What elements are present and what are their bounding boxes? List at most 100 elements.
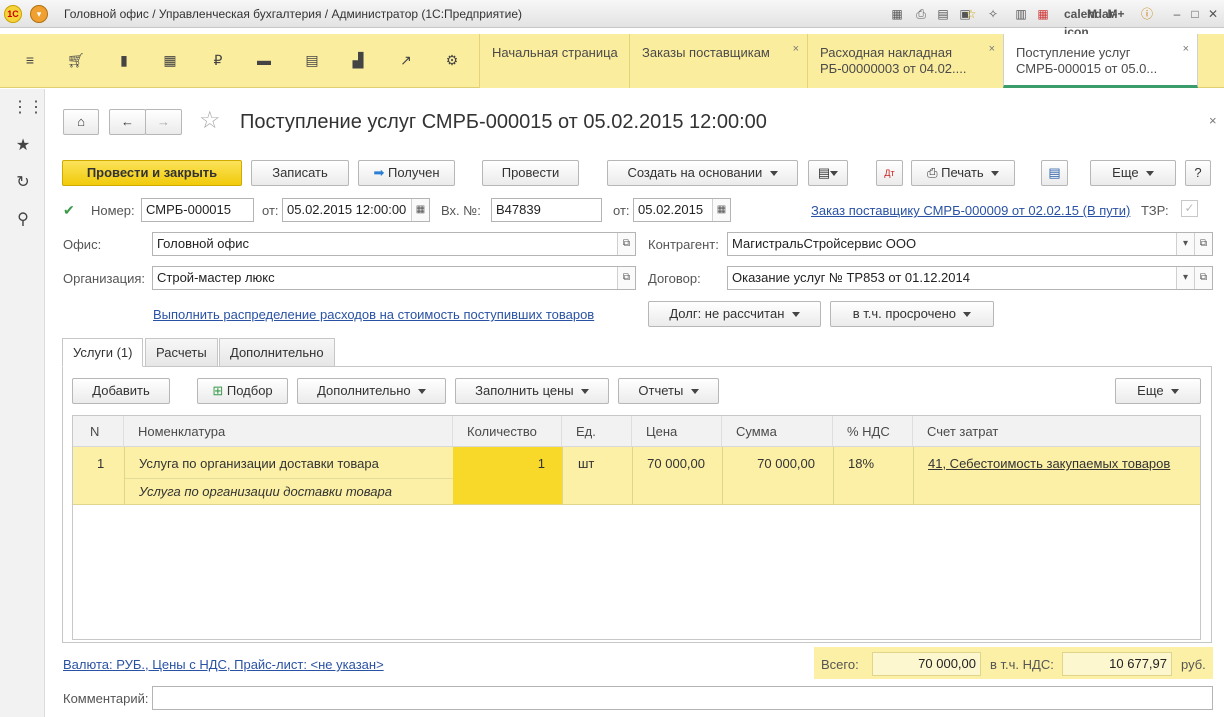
help-button[interactable]: ? [1185,160,1211,186]
tzr-checkbox[interactable]: ✓ [1181,200,1198,217]
office-field[interactable]: Головной офис ⧉ [152,232,636,256]
reports-button[interactable]: Отчеты [618,378,719,404]
row-sum[interactable]: 70 000,00 [722,456,815,471]
chevron-down-icon[interactable]: ▾ [1176,267,1194,289]
close-tab-icon[interactable]: × [989,41,995,57]
info-icon[interactable]: ⓘ [1138,5,1156,23]
row-qty[interactable]: 1 [453,456,545,471]
money-icon[interactable]: ₽ [208,52,228,70]
close-form-icon[interactable]: × [1209,113,1217,128]
column-header-sum[interactable]: Сумма [722,416,833,447]
open-icon[interactable]: ⧉ [1194,233,1212,255]
history-icon[interactable]: ↻ [12,172,34,194]
open-icon[interactable]: ⧉ [617,233,635,255]
row-account-link[interactable]: 41, Себестоимость закупаемых товаров [928,456,1170,471]
order-link[interactable]: Заказ поставщику СМРБ-000009 от 02.02.15… [811,203,1130,218]
contract-field[interactable]: Оказание услуг № ТР853 от 01.12.2014 ▾ ⧉ [727,266,1213,290]
bag-icon[interactable]: ▮ [114,52,134,70]
star-icon[interactable]: ★ [12,135,34,157]
column-header-qty[interactable]: Количество [453,416,562,447]
extra-button[interactable]: Дополнительно [297,378,446,404]
in-number-field[interactable]: В47839 [491,198,602,222]
row-vat[interactable]: 18% [848,456,874,471]
tab-supplier-orders[interactable]: Заказы поставщикам × [629,34,807,88]
add-attachment-button[interactable]: ▤ [808,160,848,186]
dt-kt-button[interactable]: Дт [876,160,903,186]
column-header-vat[interactable]: % НДС [833,416,913,447]
calendar-icon[interactable]: ▦ [411,199,429,221]
table-more-button[interactable]: Еще [1115,378,1201,404]
warehouse-icon[interactable]: ▦ [160,52,180,70]
received-button[interactable]: ➡ Получен [358,160,455,186]
comment-field[interactable] [152,686,1213,710]
row-unit[interactable]: шт [578,456,594,471]
maximize-icon[interactable]: □ [1186,5,1204,23]
report-button[interactable]: ▤ [1041,160,1068,186]
column-header-item[interactable]: Номенклатура [124,416,453,447]
calendar-icon[interactable]: ▦ [1034,5,1052,23]
close-tab-icon[interactable]: × [793,41,799,57]
distribute-costs-link[interactable]: Выполнить распределение расходов на стои… [153,307,594,322]
print-button[interactable]: ⎙ Печать [911,160,1015,186]
overdue-button[interactable]: в т.ч. просрочено [830,301,994,327]
open-icon[interactable]: ⧉ [617,267,635,289]
selection-button[interactable]: ⊞ Подбор [197,378,288,404]
preview-icon[interactable]: ▤ [934,5,952,23]
favorite-star-icon[interactable]: ☆ [199,106,221,135]
cart-icon[interactable]: 🛒︎ [66,52,86,70]
contractor-field[interactable]: МагистральСтройсервис ООО ▾ ⧉ [727,232,1213,256]
create-based-button[interactable]: Создать на основании [607,160,798,186]
date-field[interactable]: 05.02.2015 12:00:00 ▦ [282,198,430,222]
history-icon[interactable]: ▦ [888,5,906,23]
print-icon[interactable]: ⎙ [912,5,930,23]
trend-icon[interactable]: ↗ [396,52,416,70]
apps-grid-icon[interactable]: ⋮⋮ [12,97,44,119]
more-button[interactable]: Еще [1090,160,1176,186]
truck-icon[interactable]: ▬ [254,52,274,70]
tab-home[interactable]: Начальная страница [479,34,629,88]
home-button[interactable]: ⌂ [63,109,99,135]
calendar-icon[interactable]: ▦ [712,199,730,221]
column-header-unit[interactable]: Ед. [562,416,632,447]
memory-minus-icon[interactable]: M+ [1106,5,1126,23]
services-table[interactable]: N Номенклатура Количество Ед. Цена Сумма… [72,415,1201,640]
tab-additional[interactable]: Дополнительно [219,338,335,367]
tab-settlements[interactable]: Расчеты [145,338,218,367]
close-icon[interactable]: ✕ [1204,5,1222,23]
organization-field[interactable]: Строй-мастер люкс ⧉ [152,266,636,290]
minimize-icon[interactable]: – [1168,5,1186,23]
post-button[interactable]: Провести [482,160,579,186]
post-and-close-button[interactable]: Провести и закрыть [62,160,242,186]
memory-icon[interactable]: calendar-icon [1064,5,1117,39]
chevron-down-icon[interactable]: ▾ [1176,233,1194,255]
gear-icon[interactable]: ⚙ [442,52,462,70]
docs-icon[interactable]: ▤ [302,52,322,70]
column-header-n[interactable]: N [73,416,124,447]
menu-icon[interactable]: ≡ [20,52,40,70]
tab-services[interactable]: Услуги (1) [62,338,144,367]
favorite-add-icon[interactable]: ☆ [962,5,980,23]
tab-services-receipt[interactable]: Поступление услуг СМРБ-000015 от 05.0...… [1003,34,1198,88]
column-header-account[interactable]: Счет затрат [913,416,1200,447]
back-button[interactable]: ← [109,109,146,135]
number-field[interactable]: СМРБ-000015 [141,198,254,222]
save-button[interactable]: Записать [251,160,349,186]
open-icon[interactable]: ⧉ [1194,267,1212,289]
app-logo-icon[interactable]: 1С [4,5,22,23]
table-row[interactable]: 1 Услуга по организации доставки товара … [73,447,1200,505]
memory-plus-icon[interactable]: M [1082,5,1102,23]
close-tab-icon[interactable]: × [1183,41,1189,57]
fill-prices-button[interactable]: Заполнить цены [455,378,609,404]
calc-icon[interactable]: ▥ [1012,5,1030,23]
search-icon[interactable]: ⚲ [12,209,34,231]
tab-sales-invoice[interactable]: Расходная накладная РБ-00000003 от 04.02… [807,34,1003,88]
main-menu-icon[interactable]: ▾ [30,5,48,23]
in-date-field[interactable]: 05.02.2015 ▦ [633,198,731,222]
column-header-price[interactable]: Цена [632,416,722,447]
debt-button[interactable]: Долг: не рассчитан [648,301,821,327]
favorites-icon[interactable]: ✧ [984,5,1002,23]
row-item[interactable]: Услуга по организации доставки товара [139,456,379,471]
currency-link[interactable]: Валюта: РУБ., Цены с НДС, Прайс-лист: <н… [63,657,384,672]
add-row-button[interactable]: Добавить [72,378,170,404]
row-price[interactable]: 70 000,00 [632,456,705,471]
